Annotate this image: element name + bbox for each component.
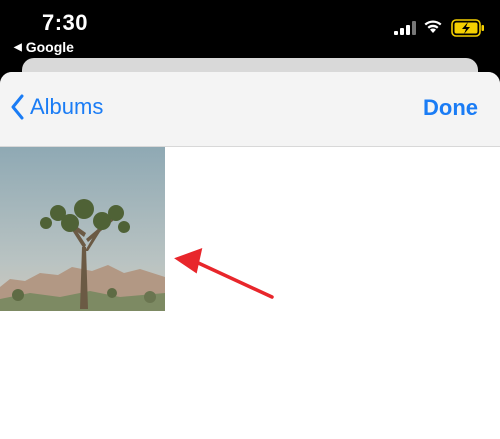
left-triangle-icon: ◀ bbox=[14, 41, 22, 53]
navigation-bar: Albums Done bbox=[0, 72, 500, 147]
back-to-app-label: Google bbox=[25, 39, 74, 55]
back-to-app-link[interactable]: ◀ Google bbox=[14, 39, 74, 55]
wifi-icon bbox=[424, 20, 442, 33]
albums-back-label: Albums bbox=[30, 94, 104, 119]
joshua-tree-photo bbox=[0, 147, 165, 311]
annotation-arrow-icon bbox=[174, 248, 274, 299]
battery-charging-icon bbox=[451, 19, 484, 37]
status-time: 7:30 bbox=[42, 10, 89, 35]
photo-thumbnail[interactable] bbox=[0, 147, 165, 311]
done-button[interactable]: Done bbox=[423, 95, 478, 121]
cellular-signal-icon bbox=[394, 21, 416, 35]
albums-back-button[interactable]: Albums bbox=[10, 94, 103, 120]
chevron-left-icon bbox=[11, 94, 24, 120]
